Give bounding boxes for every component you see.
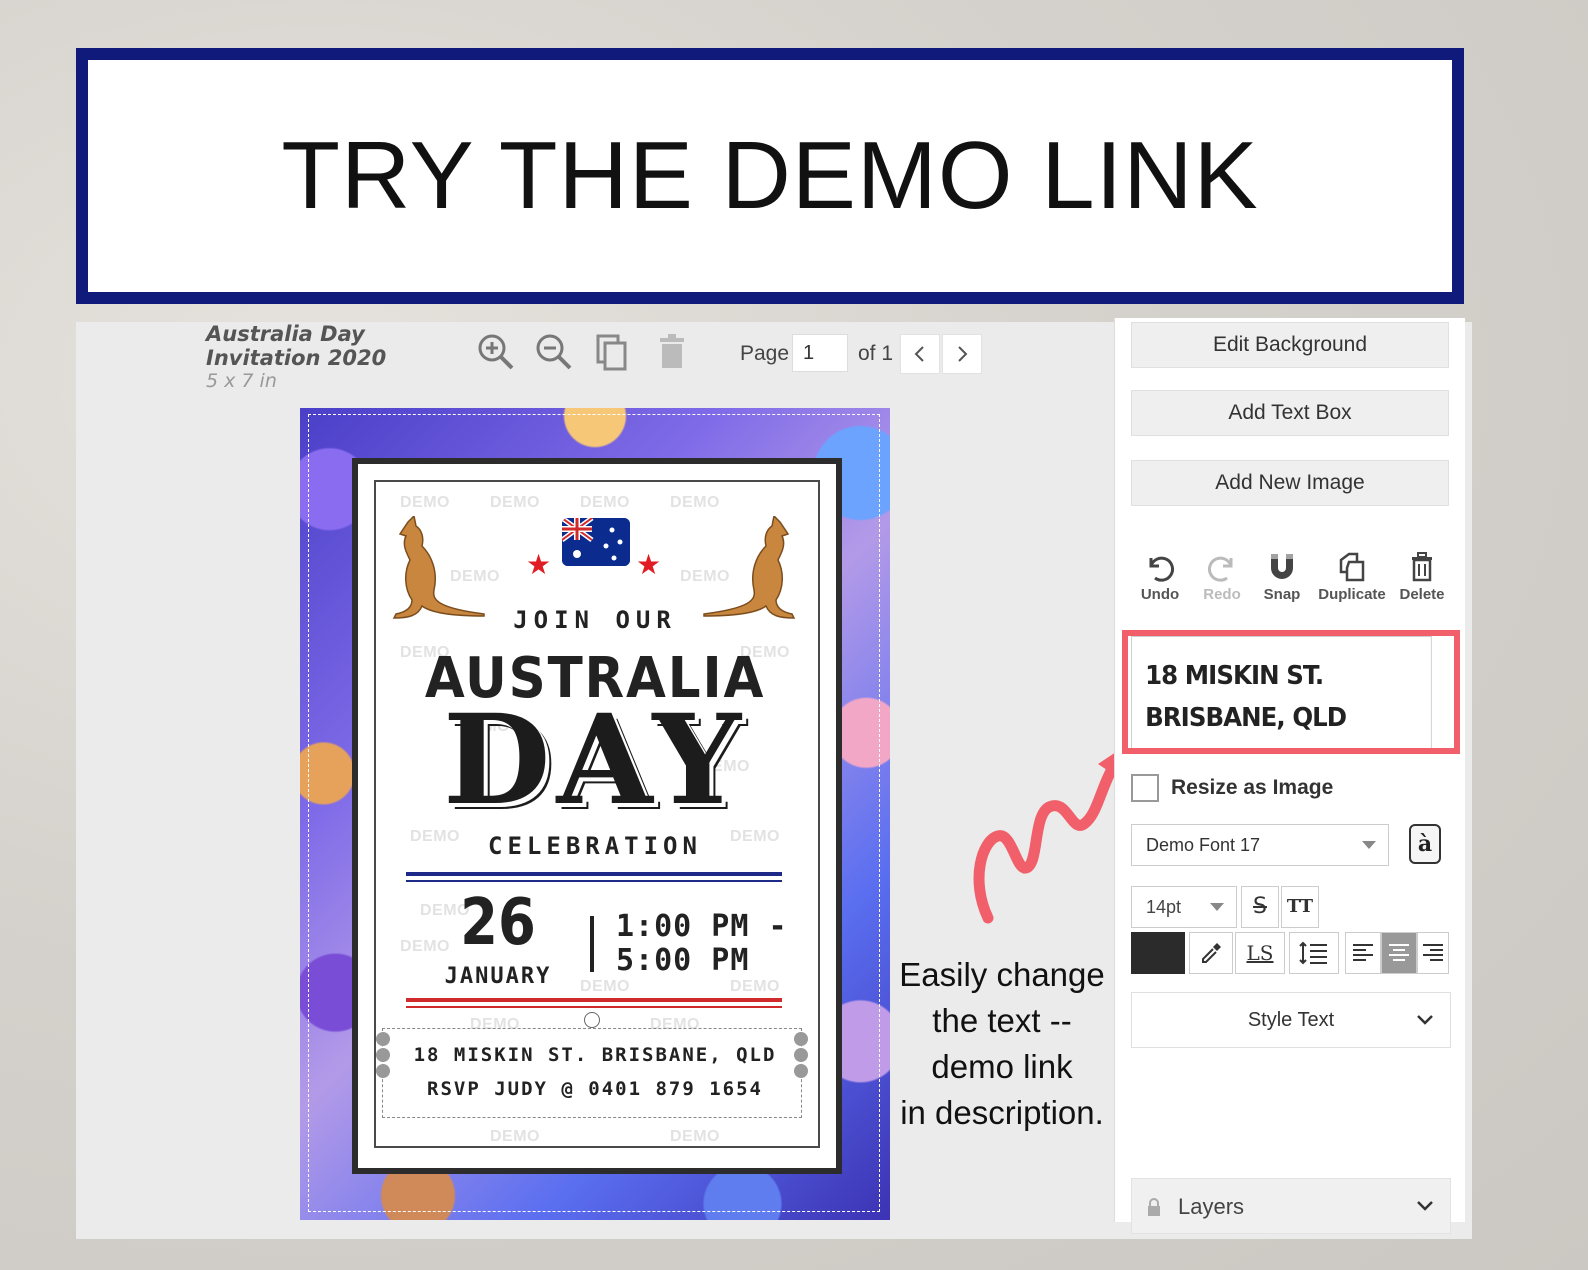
strikethrough-button[interactable]: S [1241,886,1279,928]
font-size-value: 14pt [1146,897,1182,917]
magnet-icon [1271,554,1293,579]
prev-page-button[interactable] [900,334,940,374]
delete-label: Delete [1399,586,1445,603]
blue-divider [406,872,782,876]
line-height-button[interactable] [1289,932,1339,974]
time-end: 5:00 PM [616,943,750,978]
kangaroo-left-icon [392,516,485,619]
letter-spacing-button[interactable]: LS [1235,932,1285,974]
resize-as-image-label: Resize as Image [1171,776,1334,799]
blue-divider-thin [406,880,782,882]
align-center-button[interactable] [1381,932,1417,974]
duplicate-button[interactable]: Duplicate [1315,550,1389,603]
style-text-dropdown[interactable]: Style Text [1131,992,1451,1048]
caret-down-icon [1210,903,1224,911]
zoom-in-icon[interactable] [474,330,518,374]
selected-text-box[interactable] [382,1028,802,1118]
chevron-left-icon [914,346,924,362]
address-text[interactable]: 18 MISKIN ST. BRISBANE, QLD [300,1044,890,1066]
event-time[interactable]: 1:00 PM - 5:00 PM [616,910,816,978]
day-text[interactable]: DAY [300,696,890,826]
font-family-value: Demo Font 17 [1146,835,1261,855]
snap-button[interactable]: Snap [1247,550,1317,603]
page-count: of 1 [858,342,894,365]
text-edit-area[interactable]: 18 MISKIN ST. BRISBANE, QLD [1131,636,1432,754]
align-right-icon [1423,944,1443,961]
date-number[interactable]: 26 [456,886,541,960]
undo-icon [1149,556,1175,582]
align-center-icon [1389,944,1409,961]
redo-icon [1207,556,1233,582]
red-star-icon: ★ [526,549,552,580]
australian-flag-icon [562,518,630,566]
add-text-box-button[interactable]: Add Text Box [1131,390,1449,436]
eyedropper-button[interactable] [1189,932,1233,974]
join-our-text[interactable]: JOIN OUR [300,606,890,634]
annotation-text: Easily change the text -- demo link in d… [892,952,1112,1136]
undo-label: Undo [1140,586,1180,603]
rotate-handle[interactable] [584,1012,600,1028]
resize-handle[interactable] [376,1064,390,1078]
duplicate-icon [1339,552,1365,582]
chevron-right-icon [958,346,968,362]
invitation-canvas[interactable]: DEMO DEMO DEMO DEMO DEMO DEMO DEMO DEMO … [300,408,890,1220]
duplicate-label: Duplicate [1318,586,1386,603]
add-new-image-button[interactable]: Add New Image [1131,460,1449,506]
celebration-text[interactable]: CELEBRATION [300,832,890,860]
red-divider-thin [406,1006,782,1008]
promo-banner: TRY THE DEMO LINK [76,48,1464,304]
annotation-line: the text -- [932,1002,1072,1039]
snap-label: Snap [1263,586,1301,603]
chevron-down-icon [1417,1015,1433,1025]
delete-button[interactable]: Delete [1387,550,1457,603]
date-time-separator [590,916,594,972]
trash-icon [1412,552,1432,582]
align-left-icon [1353,944,1373,961]
copy-page-icon[interactable] [590,330,634,374]
annotation-arrow-icon [973,744,1128,924]
style-text-label: Style Text [1247,1009,1335,1031]
undo-button[interactable]: Undo [1125,550,1195,603]
font-family-select[interactable]: Demo Font 17 [1131,824,1389,866]
edit-background-button[interactable]: Edit Background [1131,322,1449,368]
rsvp-text[interactable]: RSVP JUDY @ 0401 879 1654 [300,1078,890,1100]
lock-icon [1148,1198,1160,1216]
resize-as-image-checkbox[interactable] [1131,774,1159,802]
banner-title: TRY THE DEMO LINK [281,122,1259,229]
align-right-button[interactable] [1417,932,1449,974]
red-divider [406,998,782,1002]
layers-label: Layers [1178,1194,1245,1219]
chevron-down-icon [1417,1201,1433,1211]
page-number-input[interactable] [792,334,848,372]
document-size: 5 x 7 in [206,370,277,392]
caret-down-icon [1362,841,1376,849]
special-characters-button[interactable]: à [1409,824,1441,864]
all-caps-button[interactable]: TT [1281,886,1319,928]
next-page-button[interactable] [942,334,982,374]
line-height-icon [1299,941,1327,965]
align-left-button[interactable] [1345,932,1381,974]
resize-handle[interactable] [794,1064,808,1078]
annotation-line: demo link [931,1048,1073,1085]
zoom-out-icon[interactable] [532,330,576,374]
annotation-line: in description. [900,1094,1104,1131]
eyedropper-icon [1202,943,1221,963]
text-color-swatch[interactable] [1131,932,1185,974]
document-title: Australia Day Invitation 2020 [206,322,387,370]
time-start: 1:00 PM - [616,909,788,944]
page-label: Page [740,342,790,365]
trash-page-icon[interactable] [650,330,694,374]
layers-panel-toggle[interactable]: Layers [1131,1178,1451,1234]
annotation-line: Easily change [899,956,1105,993]
properties-panel: Edit Background Add Text Box Add New Ima… [1114,318,1465,1234]
red-star-icon: ★ [636,549,662,580]
date-month[interactable]: JANUARY [428,964,568,989]
kangaroo-right-icon [703,516,796,619]
font-size-select[interactable]: 14pt [1131,886,1237,928]
